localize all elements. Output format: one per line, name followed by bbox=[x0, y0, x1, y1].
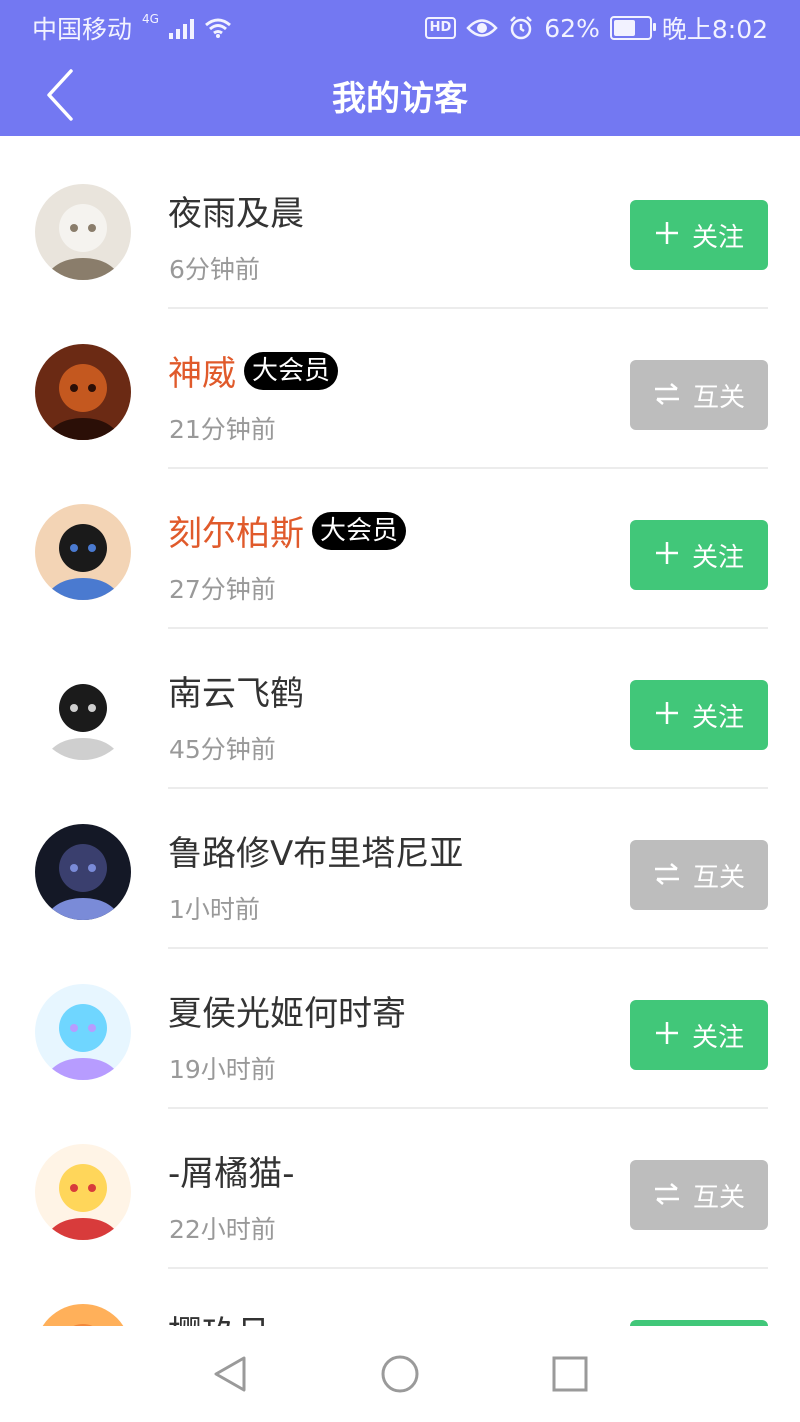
button-label: 关注 bbox=[691, 1022, 744, 1053]
app-header: 中国移动 4G HD 62% 晚上8:02 我的访客 bbox=[0, 0, 800, 136]
visitor-row[interactable]: 夜雨及晨 6分钟前 关注 bbox=[0, 136, 800, 309]
alarm-icon bbox=[510, 16, 533, 40]
circle-home-icon[interactable] bbox=[380, 1354, 420, 1394]
follow-button[interactable]: 关注 bbox=[630, 680, 768, 750]
visitor-row[interactable]: -屑橘猫- 22小时前 互关 bbox=[0, 1096, 800, 1269]
visitor-name[interactable]: 神威 bbox=[168, 346, 236, 395]
visitor-name-line: 南云飞鹤 bbox=[168, 666, 304, 715]
visit-time: 22小时前 bbox=[169, 1215, 276, 1244]
hd-icon: HD bbox=[424, 17, 457, 39]
status-bar: 中国移动 4G HD 62% 晚上8:02 bbox=[0, 0, 800, 56]
battery-percent: 62% bbox=[544, 13, 600, 43]
visitor-list[interactable]: 夜雨及晨 6分钟前 关注 神威 大会员 21分钟前 互关 刻尔柏斯 大会员 27分钟前 关注 南云飞鹤… bbox=[0, 136, 800, 1326]
visitor-name-line: 刻尔柏斯 大会员 bbox=[168, 506, 407, 555]
visit-time: 19小时前 bbox=[169, 1055, 276, 1084]
vip-badge: 大会员 bbox=[244, 351, 339, 390]
vip-badge: 大会员 bbox=[312, 511, 407, 550]
visitor-name[interactable]: -屑橘猫- bbox=[168, 1146, 295, 1195]
swap-arrows-icon bbox=[653, 858, 681, 892]
visit-time: 27分钟前 bbox=[169, 575, 276, 604]
visitor-row[interactable]: 神威 大会员 21分钟前 互关 bbox=[0, 296, 800, 469]
visitor-row[interactable]: 樱玖月 bbox=[0, 1256, 800, 1326]
signal-icon bbox=[168, 17, 194, 39]
dark-anime-character-avatar[interactable] bbox=[35, 824, 131, 920]
triangle-back-icon[interactable] bbox=[210, 1354, 250, 1394]
orange-dark-anime-avatar[interactable] bbox=[35, 344, 131, 440]
orange-anime-avatar[interactable] bbox=[35, 1304, 131, 1326]
square-recents-icon[interactable] bbox=[550, 1354, 590, 1394]
visitor-name-line: 鲁路修V布里塔尼亚 bbox=[168, 826, 463, 875]
page-title: 我的访客 bbox=[332, 79, 468, 119]
visitor-name-line: 夜雨及晨 bbox=[168, 186, 304, 235]
visit-time: 1小时前 bbox=[169, 895, 260, 924]
visitor-row[interactable]: 南云飞鹤 45分钟前 关注 bbox=[0, 616, 800, 789]
anime-boy-black-hair-avatar[interactable] bbox=[35, 504, 131, 600]
follow-button[interactable]: 关注 bbox=[630, 520, 768, 590]
eye-icon bbox=[466, 19, 498, 37]
visitor-name[interactable]: 鲁路修V布里塔尼亚 bbox=[168, 826, 463, 875]
visitor-name[interactable]: 樱玖月 bbox=[168, 1306, 270, 1326]
network-type: 4G bbox=[142, 12, 159, 26]
visitor-row[interactable]: 鲁路修V布里塔尼亚 1小时前 互关 bbox=[0, 776, 800, 949]
visitor-row[interactable]: 夏侯光姬何时寄 19小时前 关注 bbox=[0, 936, 800, 1109]
visitor-name-line: -屑橘猫- bbox=[168, 1146, 295, 1195]
visitor-name[interactable]: 夏侯光姬何时寄 bbox=[168, 986, 406, 1035]
swap-arrows-icon bbox=[653, 378, 681, 412]
blue-hair-anime-girl-avatar[interactable] bbox=[35, 984, 131, 1080]
mutual-follow-button[interactable]: 互关 bbox=[630, 840, 768, 910]
follow-button[interactable]: 关注 bbox=[630, 200, 768, 270]
carrier-name: 中国移动 bbox=[32, 15, 133, 44]
visitor-name[interactable]: 南云飞鹤 bbox=[168, 666, 304, 715]
mutual-follow-button[interactable]: 互关 bbox=[630, 360, 768, 430]
mutual-follow-button[interactable]: 互关 bbox=[630, 1160, 768, 1230]
status-right: HD 62% 晚上8:02 bbox=[424, 10, 768, 46]
visitor-name-line: 夏侯光姬何时寄 bbox=[168, 986, 406, 1035]
visit-time: 21分钟前 bbox=[169, 415, 276, 444]
plus-icon bbox=[654, 218, 680, 252]
visit-time: 6分钟前 bbox=[169, 255, 260, 284]
button-label: 关注 bbox=[691, 542, 744, 573]
battery-level-fill bbox=[613, 20, 635, 36]
button-label: 互关 bbox=[692, 1182, 745, 1213]
swap-arrows-icon bbox=[653, 1178, 681, 1212]
visitor-name-line: 樱玖月 bbox=[168, 1306, 270, 1326]
system-nav-bar bbox=[0, 1326, 800, 1422]
button-label: 关注 bbox=[691, 222, 744, 253]
visit-time: 45分钟前 bbox=[169, 735, 276, 764]
plus-icon bbox=[654, 538, 680, 572]
button-label: 互关 bbox=[692, 382, 745, 413]
blonde-anime-girl-avatar[interactable] bbox=[35, 1144, 131, 1240]
button-label: 关注 bbox=[691, 702, 744, 733]
visitor-name-line: 神威 大会员 bbox=[168, 346, 339, 395]
button-label: 互关 bbox=[692, 862, 745, 893]
manga-glasses-avatar[interactable] bbox=[35, 664, 131, 760]
anime-girl-white-hair-avatar[interactable] bbox=[35, 184, 131, 280]
battery-icon bbox=[609, 16, 656, 40]
clock: 晚上8:02 bbox=[661, 15, 768, 44]
plus-icon bbox=[654, 1018, 680, 1052]
status-left: 中国移动 4G bbox=[32, 10, 232, 46]
visitor-row[interactable]: 刻尔柏斯 大会员 27分钟前 关注 bbox=[0, 456, 800, 629]
plus-icon bbox=[654, 698, 680, 732]
visitor-name[interactable]: 夜雨及晨 bbox=[168, 186, 304, 235]
wifi-icon bbox=[204, 18, 231, 38]
visitor-name[interactable]: 刻尔柏斯 bbox=[168, 506, 304, 555]
follow-button[interactable]: 关注 bbox=[630, 1000, 768, 1070]
